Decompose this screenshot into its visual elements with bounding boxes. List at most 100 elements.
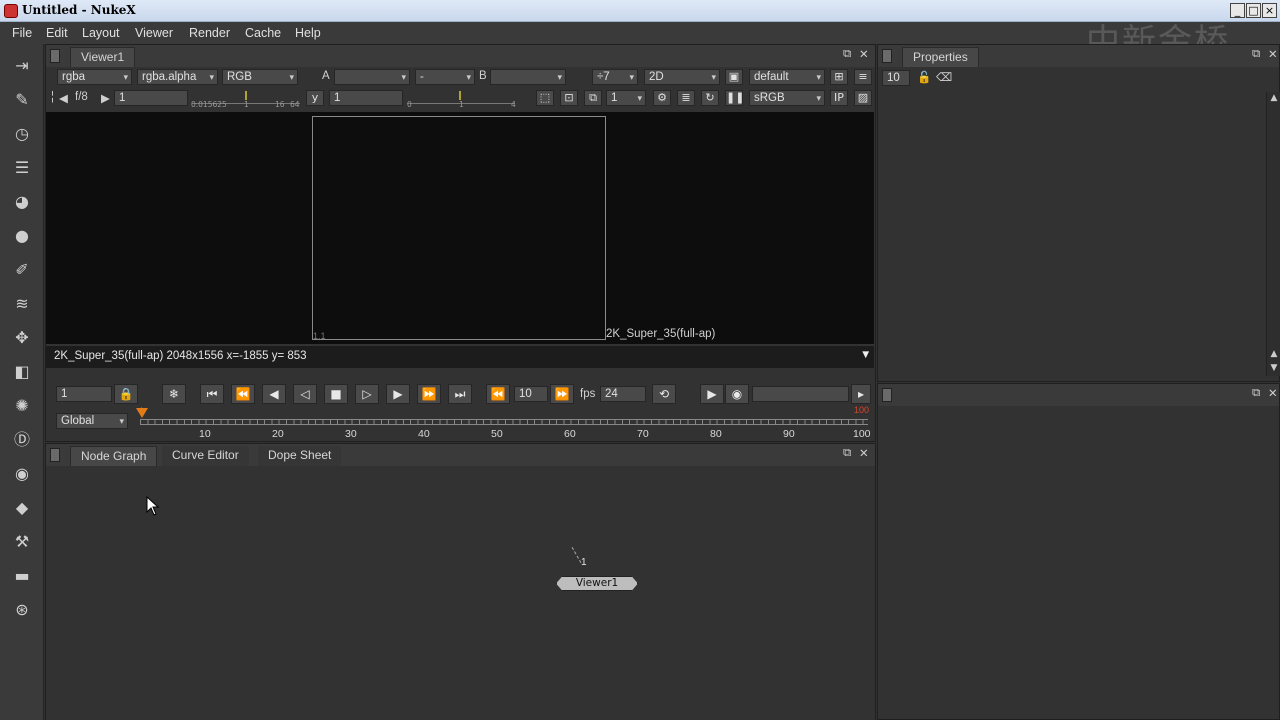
- prev-frame-icon[interactable]: ◁: [293, 384, 317, 404]
- alpha-channel-dropdown[interactable]: rgba.alpha: [137, 69, 218, 85]
- channels-dropdown[interactable]: rgba: [57, 69, 132, 85]
- last-frame-icon[interactable]: ⏭: [448, 384, 472, 404]
- tab-viewer1[interactable]: Viewer1: [70, 47, 136, 67]
- settings-icon[interactable]: ⚙: [653, 90, 671, 106]
- toolsets-icon[interactable]: ▬: [10, 564, 34, 588]
- gain-slider-handle[interactable]: [245, 91, 247, 100]
- play-forward-icon[interactable]: ▶: [386, 384, 410, 404]
- input-b-dropdown[interactable]: [490, 69, 566, 85]
- scroll-up-icon[interactable]: ▲: [1268, 92, 1280, 104]
- max-panels-field[interactable]: 10: [882, 70, 910, 86]
- next-keyframe-icon[interactable]: ⏩: [417, 384, 441, 404]
- composite-dropdown[interactable]: -: [415, 69, 475, 85]
- menu-help[interactable]: Help: [295, 26, 321, 40]
- gain-field[interactable]: 1: [114, 90, 188, 106]
- scroll-down-icon[interactable]: ▼: [1268, 362, 1280, 374]
- gamma-slider-handle[interactable]: [459, 91, 461, 100]
- merge-icon[interactable]: ≋: [10, 292, 34, 316]
- float-panel-icon[interactable]: ⧉: [843, 48, 851, 61]
- metadata-icon[interactable]: ◆: [10, 496, 34, 520]
- proxy-dropdown[interactable]: ÷7: [592, 69, 638, 85]
- increment-field[interactable]: 10: [514, 386, 548, 402]
- views-icon[interactable]: ◉: [10, 462, 34, 486]
- minimize-button[interactable]: _: [1230, 3, 1245, 18]
- lut-dropdown[interactable]: default: [749, 69, 825, 85]
- list-icon[interactable]: ≣: [677, 90, 695, 106]
- clear-properties-icon[interactable]: ⌫: [936, 70, 952, 84]
- record-icon[interactable]: ◉: [725, 384, 749, 404]
- first-frame-icon[interactable]: ⏮: [200, 384, 224, 404]
- time-icon[interactable]: ◷: [10, 122, 34, 146]
- deep-icon[interactable]: Ⓓ: [10, 428, 34, 452]
- menu-edit[interactable]: Edit: [46, 26, 68, 40]
- fps-field[interactable]: 24: [600, 386, 646, 402]
- prev-keyframe-icon[interactable]: ⏪: [231, 384, 255, 404]
- node-graph-canvas[interactable]: [46, 466, 875, 720]
- color-icon[interactable]: ◕: [10, 190, 34, 214]
- float-panel-icon[interactable]: ⧉: [1252, 48, 1260, 61]
- filter-icon[interactable]: ●: [10, 224, 34, 248]
- play-backward-icon[interactable]: ◀: [262, 384, 286, 404]
- keyer-icon[interactable]: ✐: [10, 258, 34, 282]
- menu-layout[interactable]: Layout: [82, 26, 120, 40]
- properties-scrollbar[interactable]: ▲ ▲ ▼: [1266, 92, 1280, 376]
- transform-icon[interactable]: ✥: [10, 326, 34, 350]
- next-frame-icon[interactable]: ▷: [355, 384, 379, 404]
- clip-warning-icon[interactable]: ▨: [854, 90, 872, 106]
- menu-cache[interactable]: Cache: [245, 26, 281, 40]
- lock-properties-icon[interactable]: 🔓: [917, 70, 931, 84]
- viewer-menu-icon[interactable]: ≡: [854, 69, 872, 85]
- close-button[interactable]: ×: [1262, 3, 1277, 18]
- close-panel-icon[interactable]: ✕: [859, 446, 869, 460]
- close-panel-icon[interactable]: ✕: [1268, 386, 1278, 400]
- wipe-icon[interactable]: ⧉: [584, 90, 602, 106]
- loop-icon[interactable]: ⟲: [652, 384, 676, 404]
- playback-menu-icon[interactable]: ▸: [851, 384, 871, 404]
- panel-grip[interactable]: [882, 49, 892, 63]
- skip-forward-icon[interactable]: ⏩: [550, 384, 574, 404]
- freeze-icon[interactable]: ❄: [162, 384, 186, 404]
- float-panel-icon[interactable]: ⧉: [843, 447, 851, 460]
- maximize-button[interactable]: □: [1246, 3, 1261, 18]
- fstop-left-icon[interactable]: ◀: [59, 91, 68, 105]
- channel-icon[interactable]: ☰: [10, 156, 34, 180]
- display-channels-dropdown[interactable]: RGB: [222, 69, 298, 85]
- current-frame-field[interactable]: 1: [56, 386, 112, 402]
- camera-icon[interactable]: ▣: [725, 69, 743, 85]
- particles-icon[interactable]: ✺: [10, 394, 34, 418]
- info-dropdown-icon[interactable]: ▼: [860, 349, 871, 361]
- menu-file[interactable]: File: [12, 26, 32, 40]
- input-process-button[interactable]: IP: [830, 90, 848, 106]
- other-icon[interactable]: ⚒: [10, 530, 34, 554]
- float-panel-icon[interactable]: ⧉: [1252, 387, 1260, 400]
- view-mode-dropdown[interactable]: 2D: [644, 69, 720, 85]
- frame-ratio-dropdown[interactable]: 1: [606, 90, 646, 106]
- tab-properties[interactable]: Properties: [902, 47, 979, 67]
- close-panel-icon[interactable]: ✕: [859, 47, 869, 61]
- stop-icon[interactable]: ■: [324, 384, 348, 404]
- tab-curve-editor[interactable]: Curve Editor: [162, 446, 249, 466]
- input-a-dropdown[interactable]: [334, 69, 410, 85]
- viewer1-node[interactable]: Viewer1: [556, 576, 638, 591]
- crop-icon[interactable]: ⊡: [560, 90, 578, 106]
- lock-icon[interactable]: 🔒: [114, 384, 138, 404]
- refresh-icon[interactable]: ↻: [701, 90, 719, 106]
- skip-back-icon[interactable]: ⏪: [486, 384, 510, 404]
- close-panel-icon[interactable]: ✕: [1268, 47, 1278, 61]
- menu-viewer[interactable]: Viewer: [135, 26, 173, 40]
- tab-node-graph[interactable]: Node Graph: [70, 446, 158, 466]
- region-icon[interactable]: ⬚: [536, 90, 554, 106]
- range-mode-dropdown[interactable]: Global: [56, 413, 128, 429]
- gamma-field[interactable]: 1: [329, 90, 403, 106]
- colorspace-dropdown[interactable]: sRGB: [749, 90, 825, 106]
- draw-icon[interactable]: ✎: [10, 88, 34, 112]
- tab-dope-sheet[interactable]: Dope Sheet: [258, 446, 342, 466]
- panel-grip[interactable]: [882, 388, 892, 402]
- furnace-icon[interactable]: ⊛: [10, 598, 34, 622]
- panel-grip[interactable]: [50, 49, 60, 63]
- roi-icon[interactable]: ⊞: [830, 69, 848, 85]
- panel-grip[interactable]: [50, 448, 60, 462]
- fstop-right-icon[interactable]: ▶: [101, 91, 110, 105]
- 3d-icon[interactable]: ◧: [10, 360, 34, 384]
- gamma-button[interactable]: y: [306, 90, 324, 106]
